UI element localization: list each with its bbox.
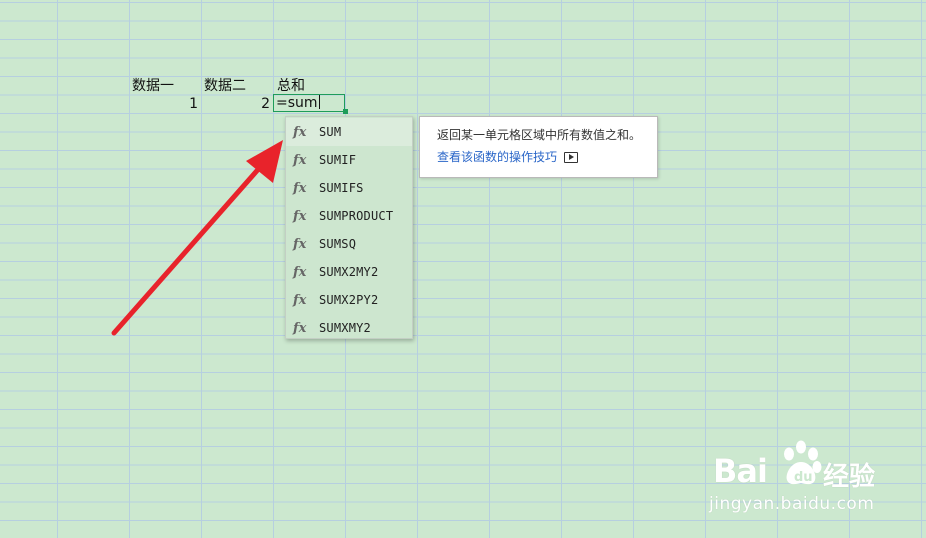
svg-text:du: du xyxy=(794,470,813,485)
watermark-logo-text: Bai xyxy=(713,452,768,490)
baidu-jingyan-watermark: Bai du 经验 jingyan.baidu.com xyxy=(705,438,885,518)
baidu-paw-icon: du xyxy=(784,440,822,485)
watermark-url: jingyan.baidu.com xyxy=(709,494,875,514)
arrow-shaft xyxy=(111,162,265,336)
watermark-cn-text: 经验 xyxy=(823,462,876,492)
